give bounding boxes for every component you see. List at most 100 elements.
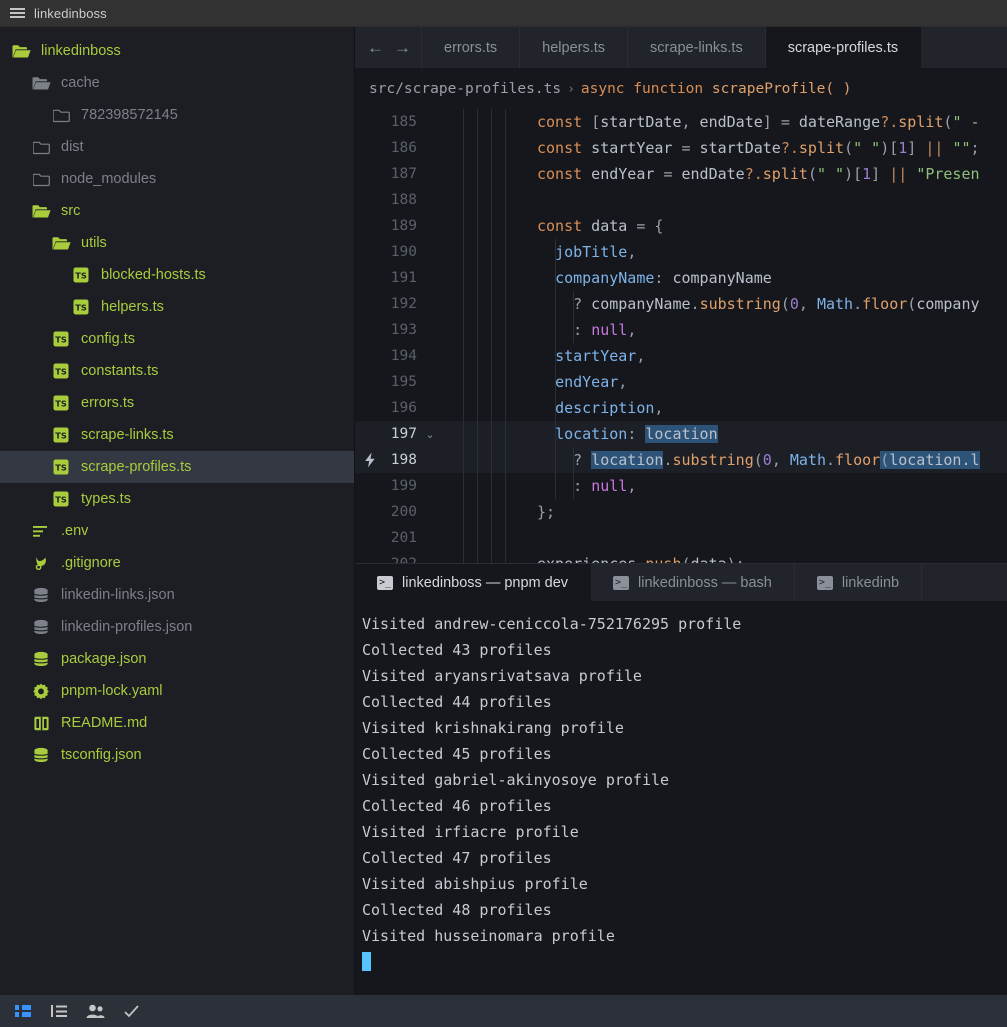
code-line[interactable]: 186 const startYear = startDate?.split(" … — [355, 135, 1007, 161]
tree-item-utils[interactable]: utils — [0, 227, 354, 259]
code-line[interactable]: 197 ⌄ location: location — [355, 421, 1007, 447]
markdown-icon — [30, 714, 52, 732]
code-line[interactable]: 187 const endYear = endDate?.split(" ")[1… — [355, 161, 1007, 187]
typescript-icon: TS — [70, 298, 92, 316]
tree-item-linkedin-profiles-json[interactable]: linkedin-profiles.json — [0, 611, 354, 643]
code-line-text[interactable]: : null, — [537, 317, 636, 343]
code-line[interactable]: 193 : null, — [355, 317, 1007, 343]
indent-guide — [573, 447, 575, 473]
code-line[interactable]: 190 jobTitle, — [355, 239, 1007, 265]
terminal-tab-2[interactable]: >_ linkedinb — [795, 564, 923, 601]
code-line[interactable]: 189 const data = { — [355, 213, 1007, 239]
line-gutter: 201 — [355, 525, 455, 551]
code-line[interactable]: 192 ? companyName.substring(0, Math.floo… — [355, 291, 1007, 317]
breadcrumb-symbol-name[interactable]: scrapeProfile( ) — [712, 81, 852, 97]
code-line-text[interactable]: const [startDate, endDate] = dateRange?.… — [537, 109, 980, 135]
line-number: 185 — [390, 114, 417, 130]
tree-item-helpers-ts[interactable]: TS helpers.ts — [0, 291, 354, 323]
code-line[interactable]: 201 — [355, 525, 1007, 551]
code-line-text[interactable]: location: location — [537, 421, 718, 447]
outline-icon[interactable] — [48, 1001, 70, 1021]
code-lines[interactable]: 185 const [startDate, endDate] = dateRang… — [355, 109, 1007, 563]
git-icon — [30, 554, 52, 572]
terminal-tab-0[interactable]: >_ linkedinboss — pnpm dev — [355, 564, 592, 601]
tree-item-782398572145[interactable]: 782398572145 — [0, 99, 354, 131]
code-line[interactable]: 196 description, — [355, 395, 1007, 421]
code-line[interactable]: 188 — [355, 187, 1007, 213]
tree-item-dist[interactable]: dist — [0, 131, 354, 163]
source-control-icon[interactable] — [12, 1001, 34, 1021]
code-line[interactable]: 199 : null, — [355, 473, 1007, 499]
code-line[interactable]: 194 startYear, — [355, 343, 1007, 369]
check-icon[interactable] — [120, 1001, 142, 1021]
tree-item-tsconfig-json[interactable]: tsconfig.json — [0, 739, 354, 771]
code-line[interactable]: 200}; — [355, 499, 1007, 525]
code-line[interactable]: 202 experiences.push(data); — [355, 551, 1007, 563]
code-line-text[interactable]: startYear, — [537, 343, 645, 369]
tree-item-src[interactable]: src — [0, 195, 354, 227]
code-line-text[interactable]: const endYear = endDate?.split(" ")[1] |… — [537, 161, 980, 187]
tree-item--gitignore[interactable]: .gitignore — [0, 547, 354, 579]
breadcrumb-symbol-keyword[interactable]: async function — [581, 81, 703, 97]
code-line-text[interactable]: jobTitle, — [537, 239, 636, 265]
code-line-text[interactable]: }; — [537, 499, 555, 525]
tree-item-types-ts[interactable]: TS types.ts — [0, 483, 354, 515]
terminal-tab-1[interactable]: >_ linkedinboss — bash — [591, 564, 795, 601]
line-gutter: 190 — [355, 239, 455, 265]
code-editor[interactable]: 185 const [startDate, endDate] = dateRang… — [355, 109, 1007, 563]
tree-item-scrape-links-ts[interactable]: TS scrape-links.ts — [0, 419, 354, 451]
hamburger-menu-icon[interactable] — [0, 8, 34, 18]
editor-tab-scrape-links-ts[interactable]: scrape-links.ts — [628, 27, 766, 68]
svg-text:TS: TS — [55, 398, 67, 408]
tree-item-linkedin-links-json[interactable]: linkedin-links.json — [0, 579, 354, 611]
line-gutter: 198 — [355, 447, 455, 473]
code-line-text[interactable]: companyName: companyName — [537, 265, 772, 291]
explorer-sidebar[interactable]: linkedinboss cache 782398572145 dist node_mo… — [0, 27, 355, 995]
typescript-icon: TS — [50, 426, 72, 444]
tree-item-readme-md[interactable]: README.md — [0, 707, 354, 739]
code-line[interactable]: 185 const [startDate, endDate] = dateRang… — [355, 109, 1007, 135]
tree-item-scrape-profiles-ts[interactable]: TS scrape-profiles.ts — [0, 451, 354, 483]
terminal-output[interactable]: Visited andrew-ceniccola-752176295 profi… — [355, 601, 1007, 995]
tree-item-blocked-hosts-ts[interactable]: TS blocked-hosts.ts — [0, 259, 354, 291]
fold-chevron-icon[interactable]: ⌄ — [417, 428, 443, 441]
code-line[interactable]: 198 ? location.substring(0, Math.floor(l… — [355, 447, 1007, 473]
line-number: 190 — [390, 244, 417, 260]
tree-item--env[interactable]: .env — [0, 515, 354, 547]
code-line-text[interactable]: experiences.push(data); — [537, 551, 745, 563]
code-line-text[interactable]: : null, — [537, 473, 636, 499]
nav-back-icon[interactable]: ← — [367, 39, 384, 56]
tree-item-package-json[interactable]: package.json — [0, 643, 354, 675]
code-line[interactable]: 195 endYear, — [355, 369, 1007, 395]
yaml-gear-icon — [30, 682, 52, 700]
typescript-icon: TS — [50, 330, 72, 348]
code-line-text[interactable]: const data = { — [537, 213, 663, 239]
editor-tab-helpers-ts[interactable]: helpers.ts — [520, 27, 629, 68]
accounts-icon[interactable] — [84, 1001, 106, 1021]
tree-item-config-ts[interactable]: TS config.ts — [0, 323, 354, 355]
tree-item-node-modules[interactable]: node_modules — [0, 163, 354, 195]
file-tree[interactable]: linkedinboss cache 782398572145 dist node_mo… — [0, 27, 354, 771]
svg-text:TS: TS — [75, 302, 87, 312]
nav-forward-icon[interactable]: → — [394, 39, 411, 56]
code-line-text[interactable]: const startYear = startDate?.split(" ")[… — [537, 135, 980, 161]
breadcrumb[interactable]: src/scrape-profiles.ts › async function … — [355, 69, 1007, 109]
tree-item-label: tsconfig.json — [61, 747, 142, 763]
tree-item-pnpm-lock-yaml[interactable]: pnpm-lock.yaml — [0, 675, 354, 707]
code-line-text[interactable]: ? location.substring(0, Math.floor(locat… — [537, 447, 980, 473]
editor-tab-scrape-profiles-ts[interactable]: scrape-profiles.ts — [765, 27, 922, 68]
line-gutter: 185 — [355, 109, 455, 135]
code-line[interactable]: 191 companyName: companyName — [355, 265, 1007, 291]
gutter-dividers — [455, 499, 506, 525]
terminal-cursor — [362, 952, 371, 971]
tree-item-errors-ts[interactable]: TS errors.ts — [0, 387, 354, 419]
tree-item-linkedinboss[interactable]: linkedinboss — [0, 35, 354, 67]
editor-tab-errors-ts[interactable]: errors.ts — [422, 27, 521, 68]
lightbulb-action-icon[interactable] — [363, 452, 377, 468]
tree-item-cache[interactable]: cache — [0, 67, 354, 99]
code-line-text[interactable]: ? companyName.substring(0, Math.floor(co… — [537, 291, 979, 317]
code-line-text[interactable]: endYear, — [537, 369, 627, 395]
tree-item-constants-ts[interactable]: TS constants.ts — [0, 355, 354, 387]
indent-guide — [555, 317, 557, 343]
breadcrumb-file[interactable]: src/scrape-profiles.ts — [369, 81, 561, 97]
